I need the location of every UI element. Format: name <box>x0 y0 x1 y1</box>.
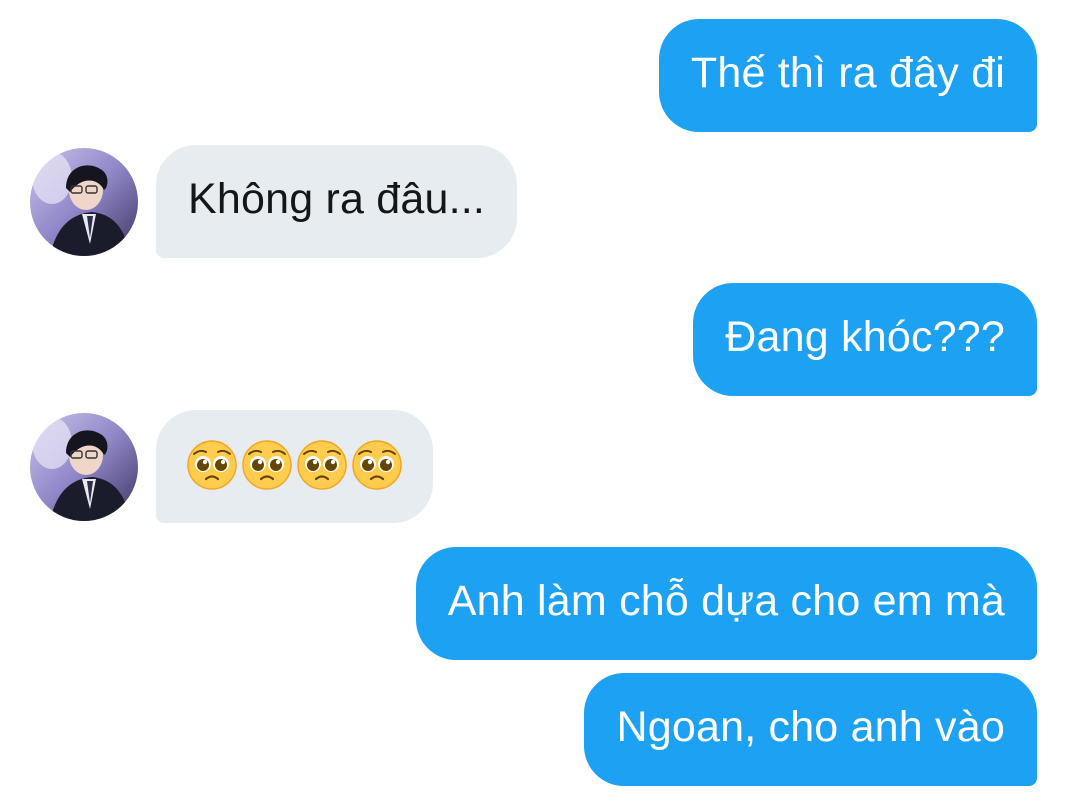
pleading-face-icon <box>296 439 348 491</box>
emoji-group <box>186 439 403 491</box>
message-text: Không ra đâu... <box>188 175 486 223</box>
message-row: Ngoan, cho anh vào <box>584 673 1037 786</box>
pleading-face-icon <box>186 439 238 491</box>
sent-message-bubble[interactable]: Thế thì ra đây đi <box>658 19 1037 132</box>
message-row: Anh làm chỗ dựa cho em mà <box>415 547 1037 660</box>
received-message-bubble[interactable]: Không ra đâu... <box>156 145 518 258</box>
conversation-thread: Thế thì ra đây đi Không ra đâu... Đang k… <box>0 0 1072 792</box>
message-text: Ngoan, cho anh vào <box>616 703 1005 751</box>
pleading-face-icon <box>241 439 293 491</box>
sent-message-bubble[interactable]: Anh làm chỗ dựa cho em mà <box>415 547 1037 660</box>
message-row <box>30 410 433 523</box>
sent-message-bubble[interactable]: Đang khóc??? <box>693 283 1037 396</box>
message-row: Thế thì ra đây đi <box>658 19 1037 132</box>
avatar[interactable] <box>30 147 138 256</box>
message-text: Đang khóc??? <box>725 313 1005 361</box>
avatar[interactable] <box>30 412 138 521</box>
message-text: Thế thì ra đây đi <box>690 49 1005 97</box>
message-row: Không ra đâu... <box>30 145 518 258</box>
received-message-bubble[interactable] <box>156 410 433 523</box>
message-text: Anh làm chỗ dựa cho em mà <box>447 577 1005 625</box>
pleading-face-icon <box>351 439 403 491</box>
sent-message-bubble[interactable]: Ngoan, cho anh vào <box>584 673 1037 786</box>
message-row: Đang khóc??? <box>693 283 1037 396</box>
